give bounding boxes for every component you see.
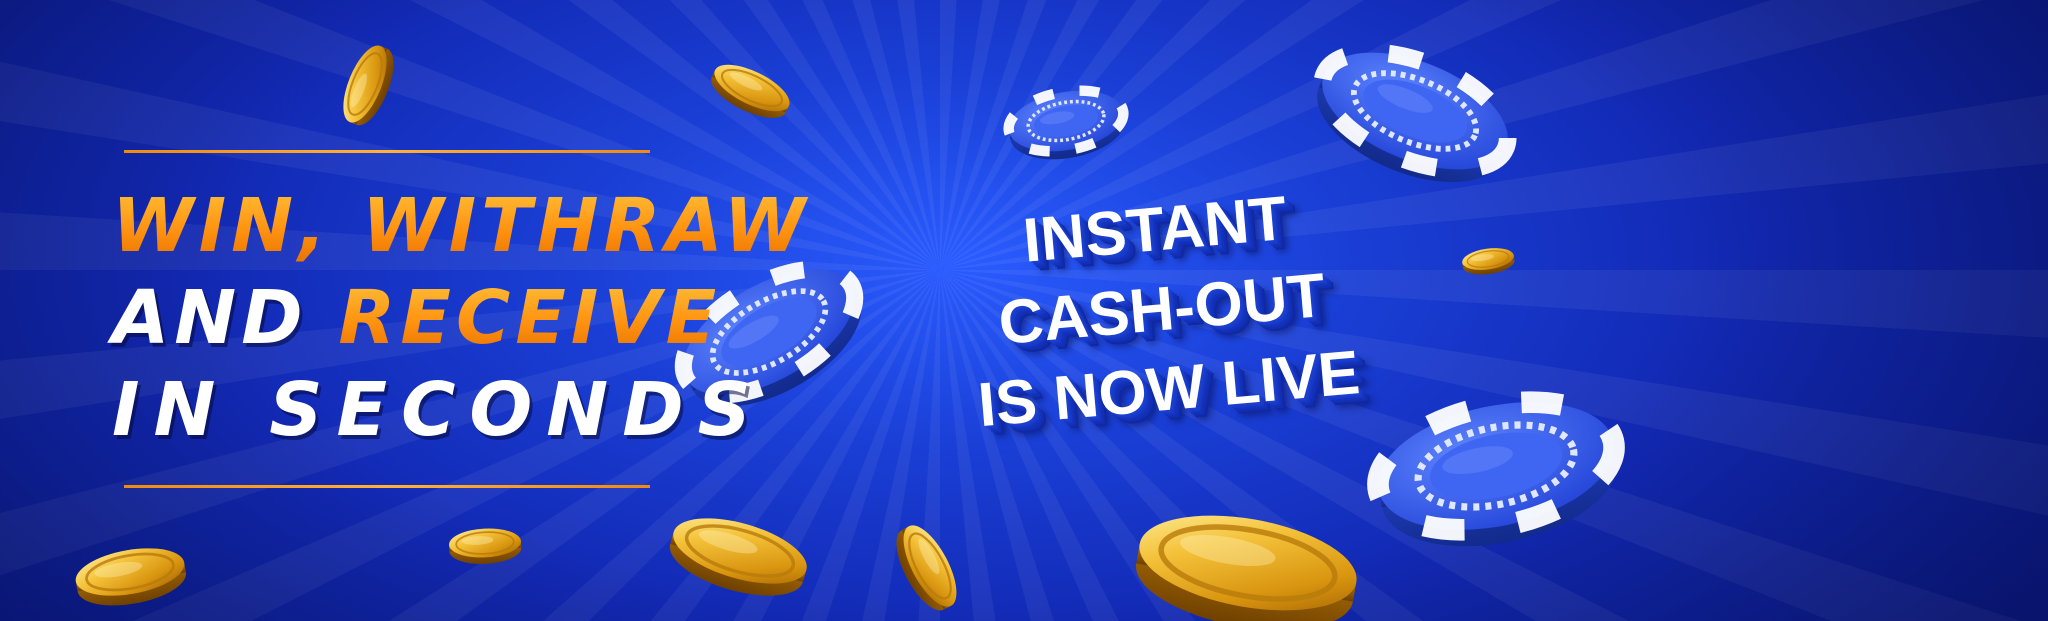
headline-word-win: WIN, [112,183,332,269]
headline: WIN, WITHRAW AND RECEIVE IN SECONDS [112,180,805,456]
tagline: INSTANT CASH-OUT IS NOW LIVE [942,172,1381,448]
gold-coin-icon [660,503,816,611]
gold-coin-icon [333,38,404,132]
promo-banner: WIN, WITHRAW AND RECEIVE IN SECONDS INST… [0,0,2048,621]
gold-coin-icon [703,54,798,129]
headline-word-receive: RECEIVE [338,275,722,361]
gold-coin-icon [1460,244,1517,279]
headline-bottom-rule [124,485,650,488]
poker-chip-icon [1004,82,1130,167]
headline-line-1: WIN, WITHRAW [112,180,805,272]
headline-line-3: IN SECONDS [112,367,765,453]
headline-word-and: AND [112,275,308,361]
headline-top-rule [124,150,650,153]
poker-chip-icon [1366,382,1629,566]
gold-coin-icon [884,516,969,620]
gold-coin-icon [1129,501,1364,621]
gold-coin-icon [447,525,523,567]
headline-line-2: AND RECEIVE [112,272,716,364]
headline-word-withraw: WITHRAW [361,183,811,269]
gold-coin-icon [70,539,192,615]
